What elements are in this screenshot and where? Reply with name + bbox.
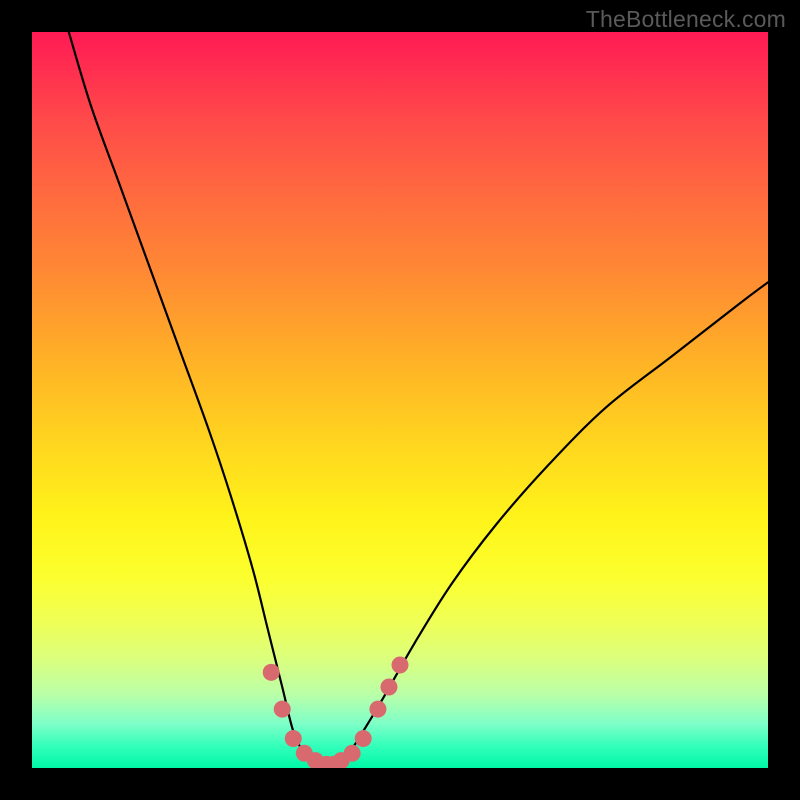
highlight-dot: [369, 701, 386, 718]
chart-frame: TheBottleneck.com: [0, 0, 800, 800]
highlight-dot: [344, 745, 361, 762]
highlight-dot: [392, 656, 409, 673]
highlight-dot: [263, 664, 280, 681]
highlight-dot: [355, 730, 372, 747]
highlight-dot: [380, 679, 397, 696]
highlight-dot: [274, 701, 291, 718]
chart-plot-area: [32, 32, 768, 768]
watermark-text: TheBottleneck.com: [586, 6, 786, 33]
chart-overlay: [32, 32, 768, 768]
highlight-dot: [285, 730, 302, 747]
chart-highlight-dots: [263, 656, 409, 768]
chart-curve: [69, 32, 768, 766]
